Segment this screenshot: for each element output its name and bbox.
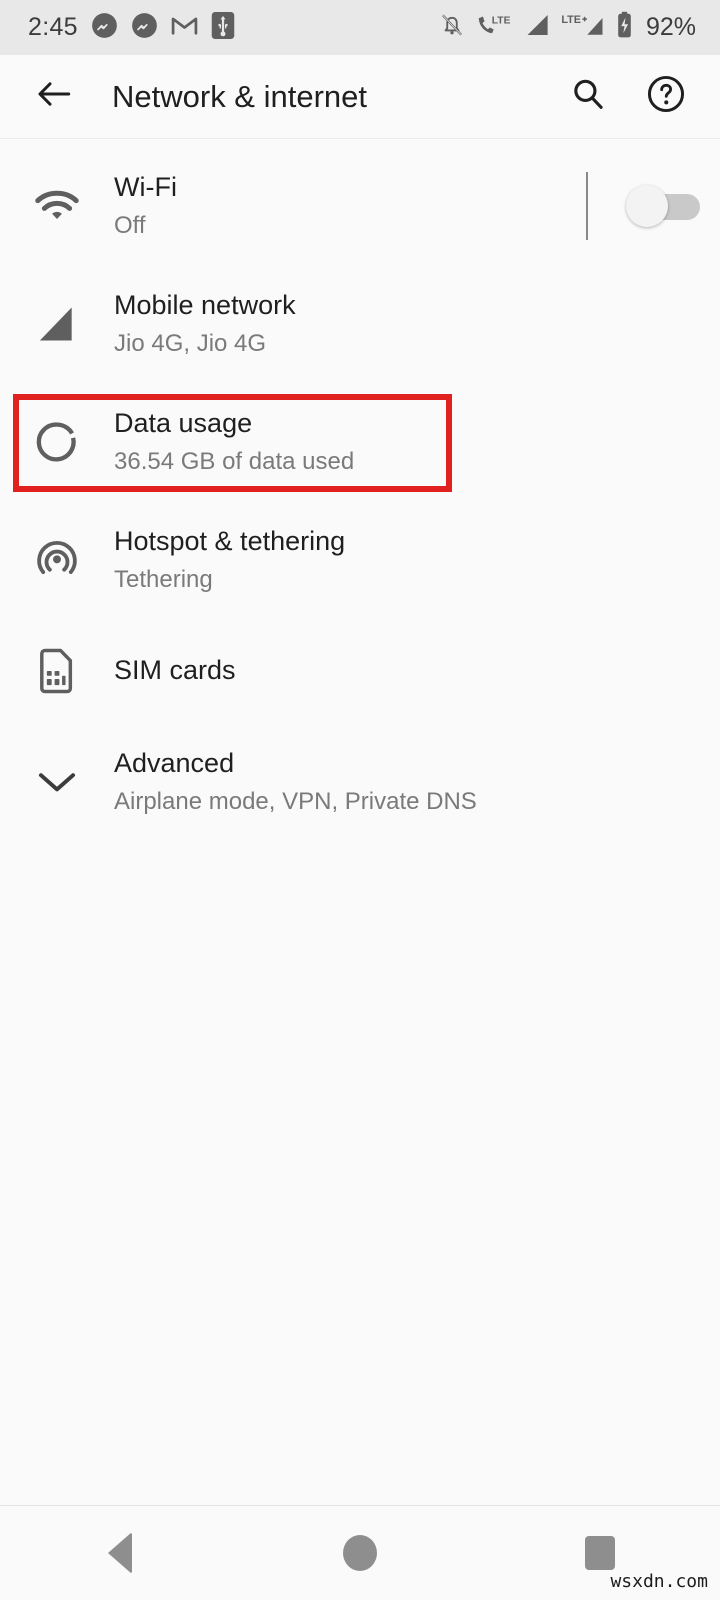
list-item-text: Mobile network Jio 4G, Jio 4G bbox=[100, 289, 296, 360]
wifi-toggle-switch[interactable] bbox=[626, 185, 700, 227]
list-item-subtitle: Tethering bbox=[114, 566, 213, 594]
status-clock: 2:45 bbox=[28, 13, 78, 41]
hotspot-icon bbox=[14, 537, 100, 583]
gmail-icon bbox=[171, 14, 198, 41]
watermark: wsxdn.com bbox=[610, 1571, 708, 1592]
svg-text:LTE: LTE bbox=[561, 14, 581, 26]
battery-charging-icon bbox=[616, 11, 633, 44]
status-bar-right: LTE LTE 92% bbox=[439, 11, 696, 44]
nav-back-button[interactable] bbox=[0, 1532, 240, 1574]
app-bar-actions bbox=[560, 69, 694, 125]
back-arrow-icon bbox=[37, 79, 71, 114]
signal-bars-icon bbox=[524, 13, 550, 42]
status-bar-left: 2:45 bbox=[28, 11, 235, 44]
list-item-subtitle: 36.54 GB of data used bbox=[114, 448, 355, 476]
list-item-title: Mobile network bbox=[114, 289, 296, 320]
list-item-title: Advanced bbox=[114, 747, 235, 778]
help-button[interactable] bbox=[638, 69, 694, 125]
signal-cellular-icon bbox=[14, 303, 100, 345]
list-item-advanced[interactable]: Advanced Airplane mode, VPN, Private DNS bbox=[0, 723, 720, 841]
list-item-hotspot-tethering[interactable]: Hotspot & tethering Tethering bbox=[0, 501, 720, 619]
list-item-text: SIM cards bbox=[100, 654, 236, 687]
list-item-title: Wi-Fi bbox=[114, 171, 177, 202]
sim-card-icon bbox=[14, 647, 100, 695]
usb-icon bbox=[211, 11, 235, 44]
wifi-toggle-group bbox=[586, 172, 700, 240]
nav-home-button[interactable] bbox=[240, 1535, 480, 1571]
battery-percent: 92% bbox=[645, 13, 696, 41]
lte-plus-signal-icon: LTE bbox=[561, 12, 605, 43]
settings-list: Wi-Fi Off Mobile network Jio 4G, Jio 4G bbox=[0, 139, 720, 841]
list-item-wifi[interactable]: Wi-Fi Off bbox=[0, 147, 720, 265]
notifications-off-icon bbox=[439, 12, 465, 43]
messenger-icon bbox=[131, 12, 158, 44]
list-item-text: Hotspot & tethering Tethering bbox=[100, 525, 345, 596]
nav-back-icon bbox=[108, 1532, 132, 1574]
messenger-icon bbox=[91, 12, 118, 44]
list-item-mobile-network[interactable]: Mobile network Jio 4G, Jio 4G bbox=[0, 265, 720, 383]
list-item-text: Advanced Airplane mode, VPN, Private DNS bbox=[100, 747, 477, 818]
svg-text:LTE: LTE bbox=[492, 15, 511, 26]
chevron-down-icon bbox=[14, 768, 100, 796]
list-item-sim-cards[interactable]: SIM cards bbox=[0, 619, 720, 723]
list-item-text: Data usage 36.54 GB of data used bbox=[100, 407, 354, 478]
wifi-icon bbox=[14, 186, 100, 226]
app-bar: Network & internet bbox=[0, 55, 720, 139]
status-bar: 2:45 LTE LTE 92% bbox=[0, 0, 720, 55]
nav-recents-icon bbox=[585, 1536, 615, 1570]
vertical-divider bbox=[586, 172, 588, 240]
search-icon bbox=[571, 77, 605, 116]
page-title: Network & internet bbox=[112, 78, 367, 114]
nav-recents-button[interactable] bbox=[480, 1536, 720, 1570]
nav-home-icon bbox=[343, 1535, 377, 1571]
switch-thumb bbox=[626, 185, 668, 227]
list-item-title: Hotspot & tethering bbox=[114, 525, 346, 556]
volte-phone-icon: LTE bbox=[476, 12, 513, 43]
data-usage-icon bbox=[14, 419, 100, 465]
phone-screen: 2:45 LTE LTE 92% Network & internet Wi-F… bbox=[0, 0, 720, 1600]
list-item-title: Data usage bbox=[114, 407, 253, 438]
list-item-text: Wi-Fi Off bbox=[100, 171, 177, 242]
search-button[interactable] bbox=[560, 69, 616, 125]
back-button[interactable] bbox=[26, 69, 82, 125]
list-item-data-usage[interactable]: Data usage 36.54 GB of data used bbox=[0, 383, 720, 501]
list-item-subtitle: Jio 4G, Jio 4G bbox=[114, 330, 267, 358]
list-item-title: SIM cards bbox=[114, 655, 236, 686]
list-item-subtitle: Airplane mode, VPN, Private DNS bbox=[114, 788, 477, 816]
list-item-subtitle: Off bbox=[114, 212, 146, 240]
help-icon bbox=[647, 75, 685, 118]
